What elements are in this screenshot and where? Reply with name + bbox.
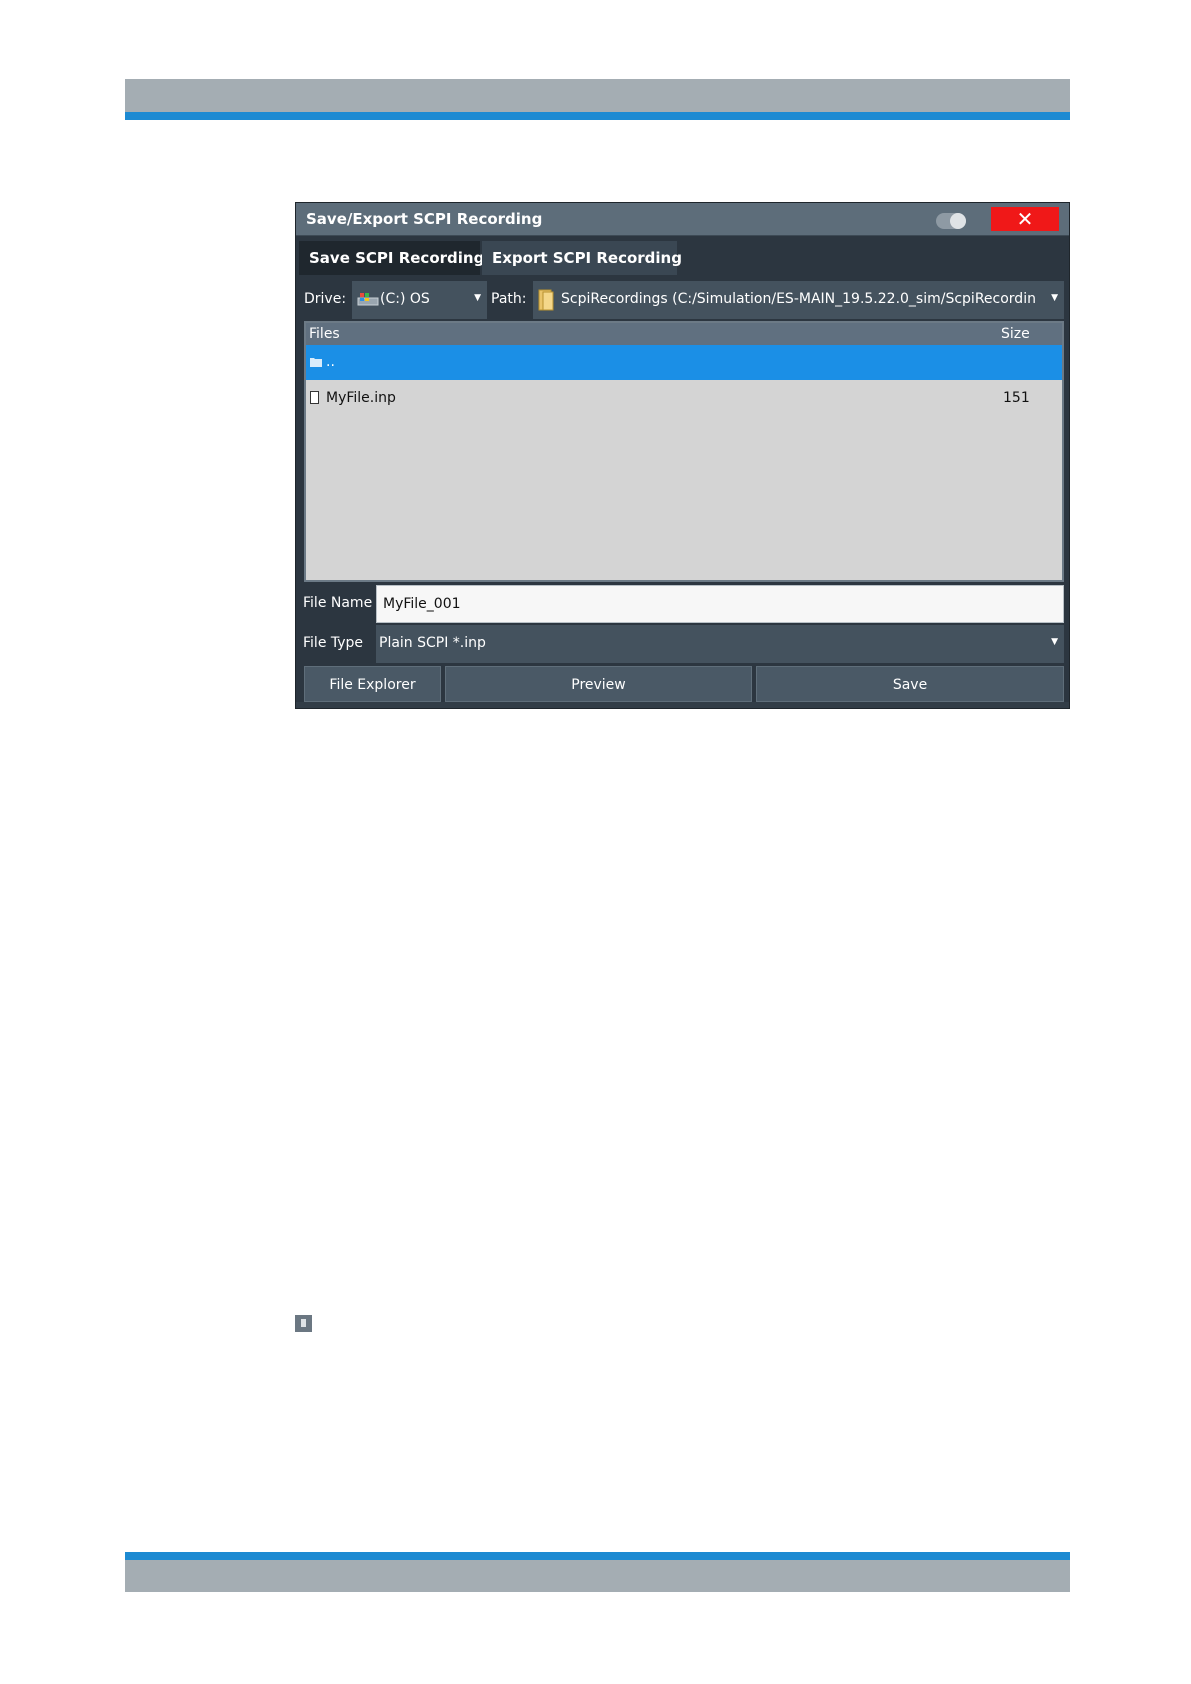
- close-icon: ✕: [1016, 207, 1034, 231]
- tab-save-scpi-recording[interactable]: Save SCPI Recording: [299, 241, 484, 275]
- file-type-label: File Type: [303, 635, 364, 651]
- file-icon: [310, 391, 319, 404]
- save-button[interactable]: Save: [756, 666, 1064, 702]
- list-item[interactable]: ..: [306, 345, 1062, 380]
- file-name-input[interactable]: MyFile_001: [376, 585, 1064, 623]
- note-icon: [295, 1315, 312, 1332]
- folder-icon: [310, 358, 322, 367]
- page-header-band: [125, 79, 1070, 112]
- file-list-header: Files Size: [306, 323, 1062, 345]
- drive-icon: [357, 293, 379, 306]
- list-item[interactable]: MyFile.inp 151: [306, 381, 1062, 416]
- path-label: Path:: [491, 291, 527, 307]
- dialog-title: Save/Export SCPI Recording: [306, 210, 543, 228]
- page-header-accent-line: [125, 112, 1070, 120]
- toggle-knob: [950, 213, 966, 229]
- file-explorer-button[interactable]: File Explorer: [304, 666, 441, 702]
- file-name-cell: MyFile.inp: [326, 390, 396, 406]
- dialog-titlebar: Save/Export SCPI Recording ✕: [296, 203, 1069, 236]
- column-header-size[interactable]: Size: [1001, 326, 1030, 342]
- toggle-switch[interactable]: [936, 213, 966, 229]
- drive-select[interactable]: (C:) OS ▼: [352, 281, 487, 319]
- close-button[interactable]: ✕: [991, 207, 1059, 231]
- tab-export-scpi-recording[interactable]: Export SCPI Recording: [482, 241, 682, 275]
- column-header-files[interactable]: Files: [309, 326, 340, 342]
- file-list[interactable]: Files Size .. MyFile.inp 151: [304, 321, 1064, 582]
- path-select[interactable]: ScpiRecordings (C:/Simulation/ES-MAIN_19…: [533, 281, 1064, 319]
- file-name-cell: ..: [326, 354, 335, 370]
- page-footer-band: [125, 1560, 1070, 1592]
- file-size-cell: 151: [1003, 390, 1030, 406]
- chevron-down-icon: ▼: [1051, 637, 1058, 647]
- page-footer-accent-line: [125, 1552, 1070, 1560]
- drive-label: Drive:: [304, 291, 347, 307]
- drive-path-row: Drive: (C:) OS ▼ Path: ScpiRecordings (C…: [296, 281, 1069, 319]
- file-name-label: File Name: [303, 595, 373, 611]
- preview-button[interactable]: Preview: [445, 666, 752, 702]
- path-value: ScpiRecordings (C:/Simulation/ES-MAIN_19…: [561, 291, 1036, 307]
- dialog-bottom-strip: [296, 702, 1069, 708]
- file-type-value: Plain SCPI *.inp: [379, 635, 486, 651]
- folder-icon: [538, 289, 554, 311]
- drive-value: (C:) OS: [380, 291, 430, 307]
- tab-bar: Save SCPI Recording Export SCPI Recordin…: [296, 241, 1069, 275]
- chevron-down-icon: ▼: [474, 293, 481, 303]
- save-export-dialog: Save/Export SCPI Recording ✕ Save SCPI R…: [295, 202, 1070, 709]
- file-type-select[interactable]: Plain SCPI *.inp ▼: [376, 625, 1064, 663]
- chevron-down-icon: ▼: [1051, 293, 1058, 303]
